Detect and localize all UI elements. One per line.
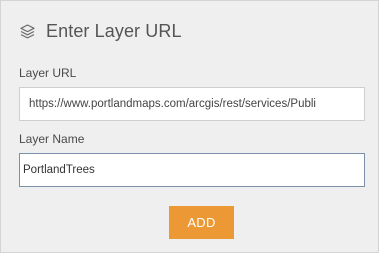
panel-header: Enter Layer URL — [19, 19, 182, 43]
layer-url-input[interactable] — [19, 87, 365, 121]
layer-url-label: Layer URL — [19, 66, 77, 80]
add-layer-panel: Enter Layer URL Layer URL Layer Name ADD — [0, 0, 379, 253]
add-button[interactable]: ADD — [169, 206, 234, 239]
panel-title: Enter Layer URL — [46, 20, 182, 41]
layers-icon — [19, 23, 36, 40]
layer-name-input[interactable] — [19, 153, 365, 187]
layer-name-label: Layer Name — [19, 132, 85, 146]
